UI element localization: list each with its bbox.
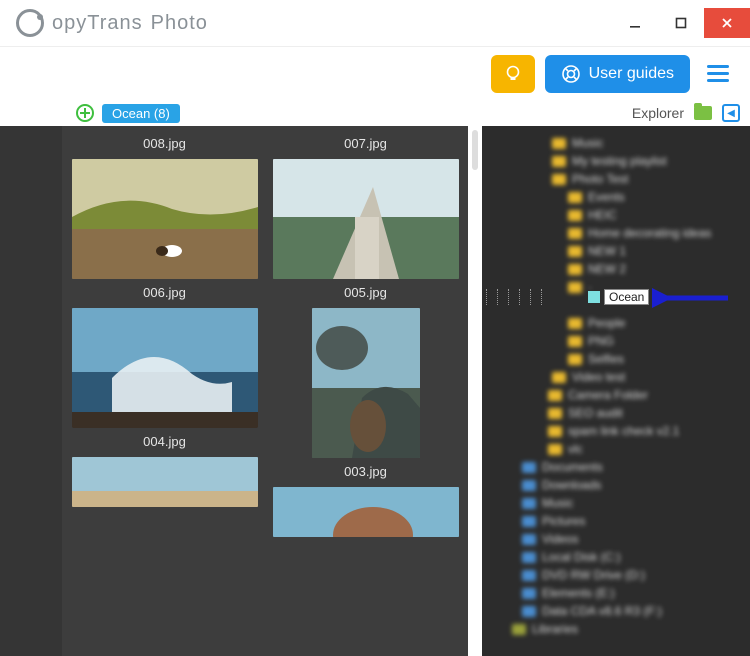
maximize-button[interactable] <box>658 8 704 38</box>
folder-icon[interactable] <box>694 106 712 120</box>
thumb-caption: 008.jpg <box>143 136 186 151</box>
thumb-caption: 004.jpg <box>143 434 186 449</box>
thumb-caption: 003.jpg <box>344 464 387 479</box>
app-brand: opyTrans Photo <box>16 9 208 37</box>
thumbnail-007[interactable] <box>273 159 459 279</box>
drop-target[interactable]: Ocean <box>588 289 649 305</box>
window-controls <box>612 8 750 38</box>
app-title-part1: opyTrans <box>52 12 143 35</box>
thumbnail-006[interactable] <box>72 308 258 428</box>
app-title-part2: Photo <box>151 12 208 35</box>
device-panel <box>0 126 62 656</box>
user-guides-label: User guides <box>589 65 674 83</box>
thumbnail-008[interactable] <box>72 159 258 279</box>
lifebuoy-icon <box>561 64 581 84</box>
explorer-label: Explorer <box>632 105 684 121</box>
thumb-caption: 006.jpg <box>143 285 186 300</box>
tree-guide-lines <box>486 289 542 305</box>
thumb-caption: 007.jpg <box>344 136 387 151</box>
drop-target-folder-icon <box>588 291 600 303</box>
user-guides-button[interactable]: User guides <box>545 55 690 93</box>
tips-button[interactable] <box>491 55 535 93</box>
title-bar: opyTrans Photo <box>0 0 750 46</box>
lightbulb-icon <box>503 64 523 84</box>
pane-splitter[interactable] <box>468 126 482 656</box>
thumbnail-005[interactable] <box>312 308 420 458</box>
thumbnail-partial-2[interactable] <box>273 487 459 537</box>
album-tag[interactable]: Ocean (8) <box>102 104 180 123</box>
add-album-icon[interactable] <box>76 104 94 122</box>
main-area: 008.jpg 006.jpg <box>0 126 750 656</box>
menu-icon <box>707 65 729 82</box>
photo-gallery: 008.jpg 006.jpg <box>62 126 468 656</box>
collapse-panel-icon[interactable]: ◀ <box>722 104 740 122</box>
main-menu-button[interactable] <box>700 56 736 92</box>
annotation-arrow-icon <box>652 287 732 309</box>
minimize-button[interactable] <box>612 8 658 38</box>
brand-logo-icon <box>16 9 44 37</box>
close-button[interactable] <box>704 8 750 38</box>
toolbar: User guides <box>0 46 750 100</box>
drop-target-label: Ocean <box>604 289 649 305</box>
folder-tree-blurred: Music My testing playlist Photo Test Eve… <box>482 126 750 656</box>
sub-toolbar: Ocean (8) Explorer ◀ <box>0 100 750 126</box>
thumb-caption: 005.jpg <box>344 285 387 300</box>
folder-tree[interactable]: Music My testing playlist Photo Test Eve… <box>482 126 750 656</box>
thumbnail-partial-1[interactable] <box>72 457 258 507</box>
